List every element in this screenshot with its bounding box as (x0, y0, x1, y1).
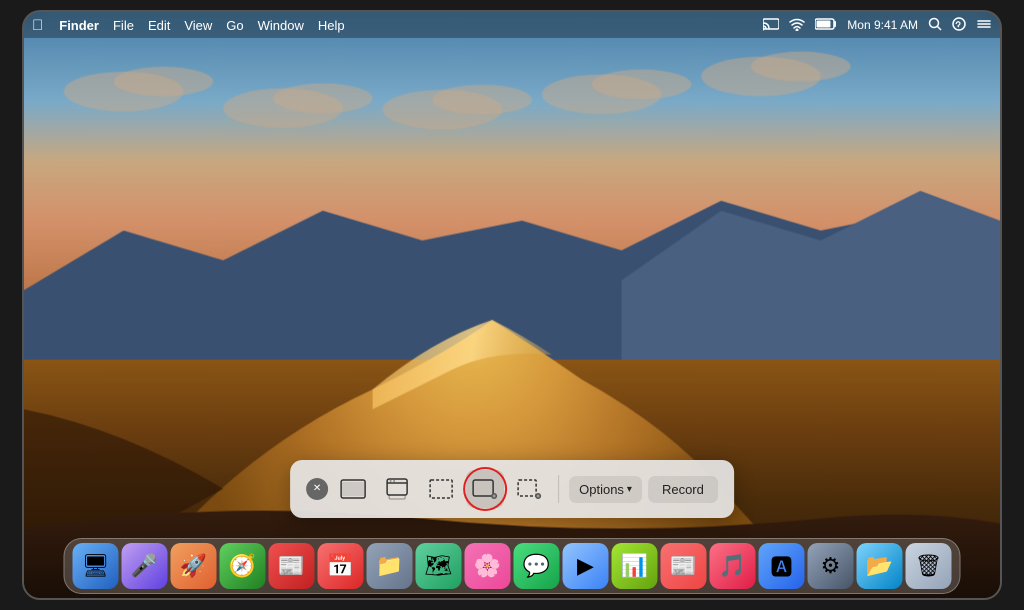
dock-icon-finder2[interactable]: 📂 (857, 543, 903, 589)
dock-icon-news2[interactable]: 📰 (661, 543, 707, 589)
wifi-icon (789, 17, 805, 34)
mac-screen:  Finder File Edit View Go Window Help (24, 12, 1000, 598)
dock-icon-calendar[interactable]: 📅 (318, 543, 364, 589)
options-chevron: ▾ (627, 484, 632, 495)
dock-icon-quicktime[interactable]: ▶ (563, 543, 609, 589)
dock-icon-music[interactable]: 🎵 (710, 543, 756, 589)
view-menu[interactable]: View (184, 18, 212, 33)
search-icon[interactable] (928, 17, 942, 34)
screenshot-selection-button[interactable] (422, 470, 460, 508)
dock-icon-maps[interactable]: 🗺 (416, 543, 462, 589)
file-menu[interactable]: File (113, 18, 134, 33)
dock-icon-settings[interactable]: ⚙ (808, 543, 854, 589)
dock-icon-messages[interactable]: 💬 (514, 543, 560, 589)
screenshot-fullscreen-button[interactable] (334, 470, 372, 508)
dock-icon-safari[interactable]: 🧭 (220, 543, 266, 589)
finder-menu[interactable]: Finder (59, 18, 99, 33)
menu-bar-left:  Finder File Edit View Go Window Help (32, 17, 345, 34)
dock-icon-files[interactable]: 📁 (367, 543, 413, 589)
record-selection-button[interactable] (510, 470, 548, 508)
dock-icon-numbers[interactable]: 📊 (612, 543, 658, 589)
notification-center-icon[interactable] (976, 17, 992, 34)
mac-frame:  Finder File Edit View Go Window Help (22, 10, 1002, 600)
time-display: Mon 9:41 AM (847, 18, 918, 32)
options-button[interactable]: Options ▾ (569, 476, 642, 503)
screenshot-window-button[interactable] (378, 470, 416, 508)
siri-icon[interactable] (952, 17, 966, 34)
help-menu[interactable]: Help (318, 18, 345, 33)
screenshot-toolbar: ✕ (290, 460, 734, 518)
menu-bar:  Finder File Edit View Go Window Help (24, 12, 1000, 38)
edit-menu[interactable]: Edit (148, 18, 170, 33)
apple-menu[interactable]:  (32, 17, 43, 34)
dock-icon-news[interactable]: 📰 (269, 543, 315, 589)
dock-icon-app-store[interactable]: 🅰 (759, 543, 805, 589)
record-screen-button[interactable] (466, 470, 504, 508)
window-menu[interactable]: Window (258, 18, 304, 33)
dock-icon-siri[interactable]: 🎤 (122, 543, 168, 589)
dock-icon-launchpad[interactable]: 🚀 (171, 543, 217, 589)
cast-icon (763, 17, 779, 34)
dock: 🖥🎤🚀🧭📰📅📁🗺🌸💬▶📊📰🎵🅰⚙📂🗑 (64, 538, 961, 594)
menu-bar-right: Mon 9:41 AM (763, 17, 992, 34)
options-label: Options (579, 482, 624, 497)
dock-icon-photos[interactable]: 🌸 (465, 543, 511, 589)
record-button[interactable]: Record (648, 476, 718, 503)
dock-icon-trash[interactable]: 🗑 (906, 543, 952, 589)
dock-icon-finder[interactable]: 🖥 (73, 543, 119, 589)
go-menu[interactable]: Go (226, 18, 243, 33)
record-label: Record (662, 482, 704, 497)
battery-icon (815, 18, 837, 33)
toolbar-separator (558, 475, 559, 503)
close-toolbar-button[interactable]: ✕ (306, 478, 328, 500)
